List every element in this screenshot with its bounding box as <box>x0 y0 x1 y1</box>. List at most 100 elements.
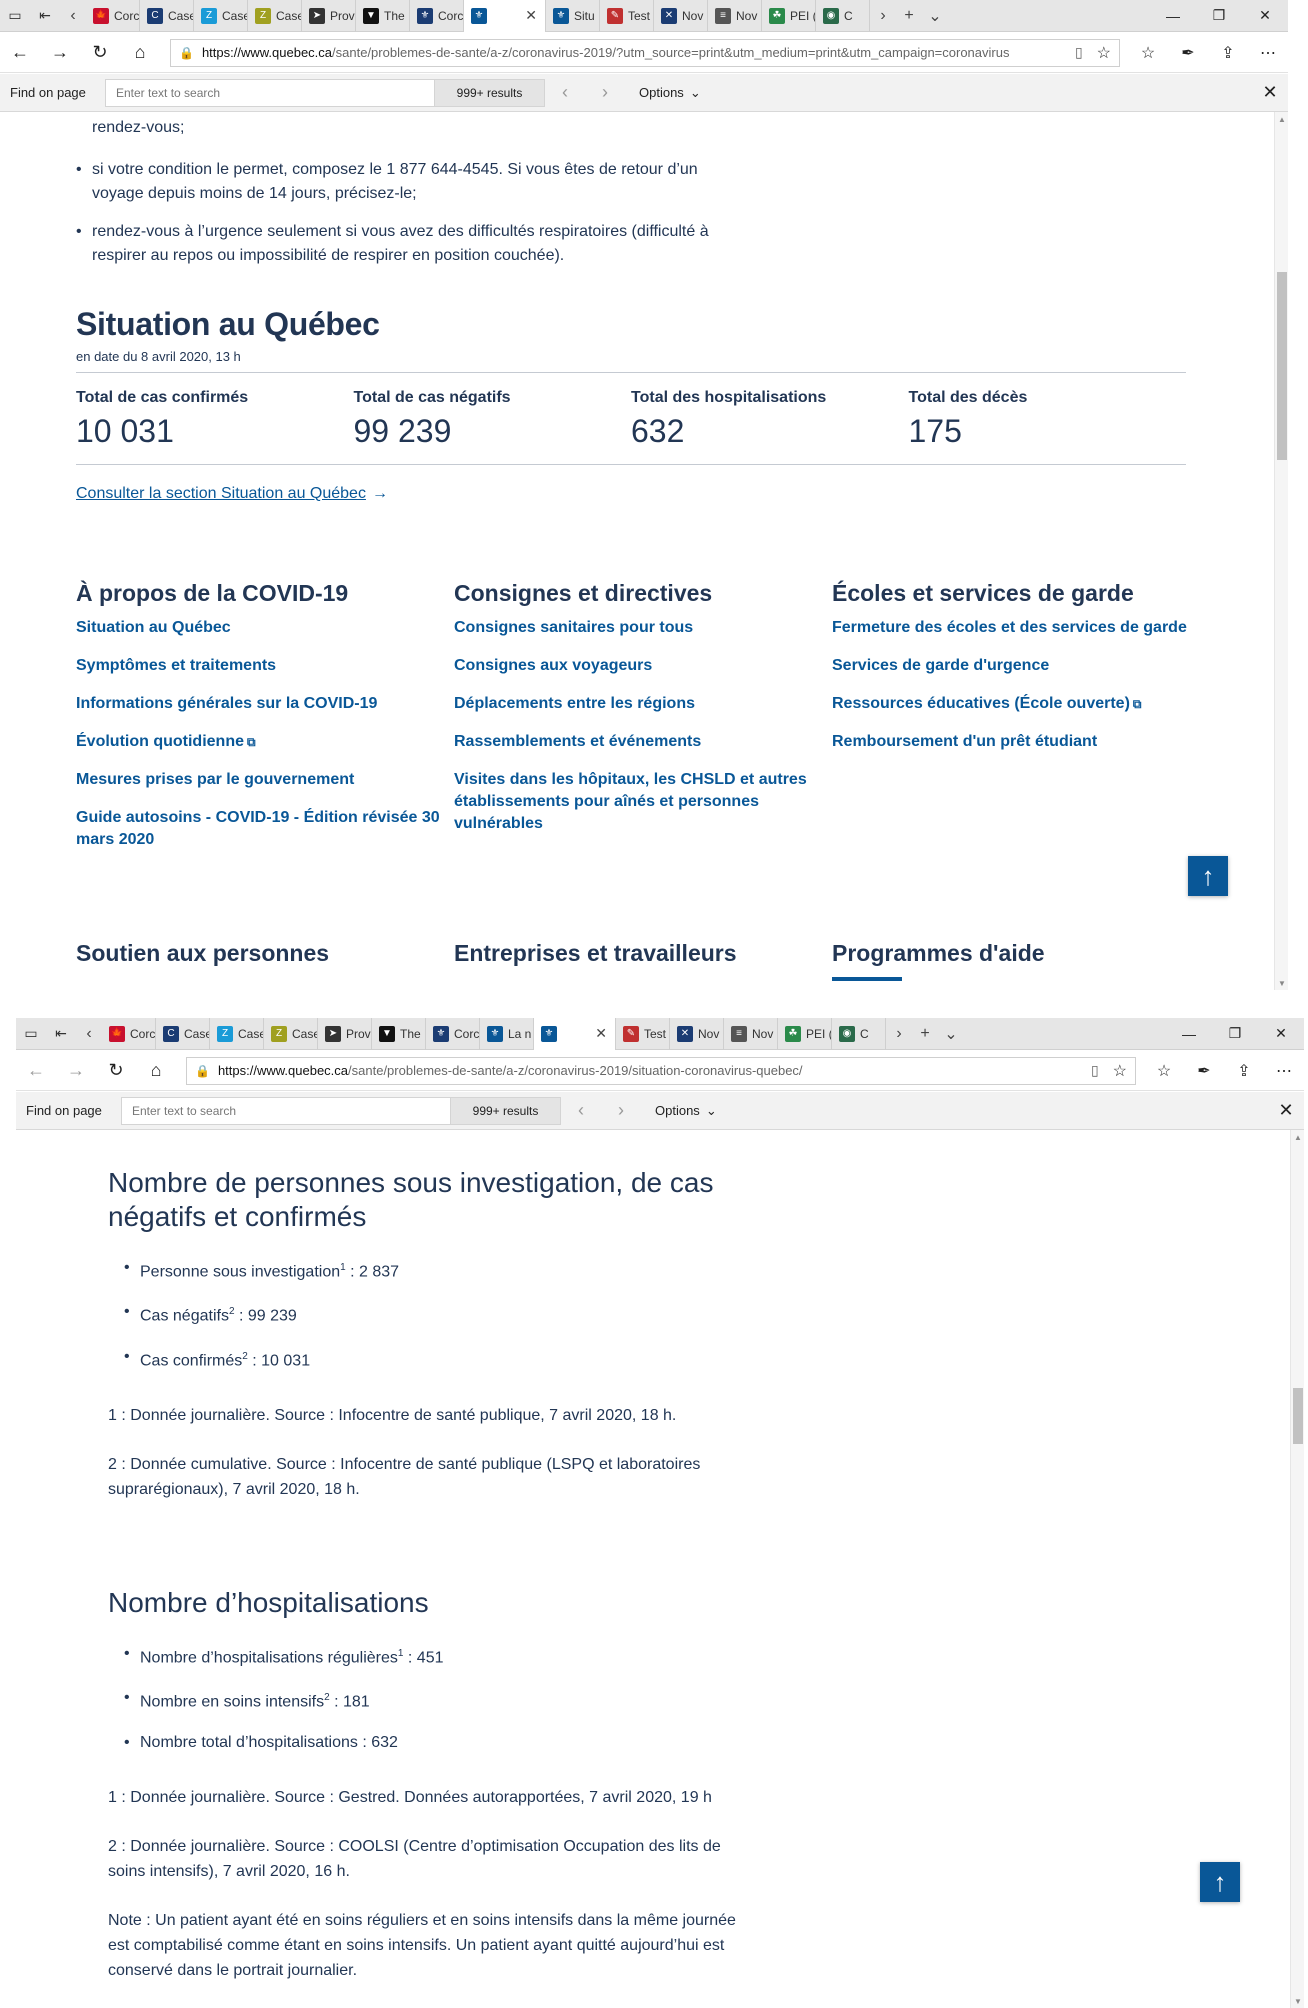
find-prev-icon[interactable]: ‹ <box>545 82 585 103</box>
browser-tab[interactable]: ✕ Nov <box>654 0 708 32</box>
browser-tab[interactable]: ➤ Prov <box>318 1018 372 1050</box>
browser-tab[interactable]: 🍁 Corc <box>102 1018 156 1050</box>
browser-tab[interactable]: ≡ Nov <box>708 0 762 32</box>
browser-tab[interactable]: ⚜ ✕ <box>464 0 546 32</box>
topic-link[interactable]: Informations générales sur la COVID-19 <box>76 693 454 715</box>
browser-tab[interactable]: ⚜ Corc <box>426 1018 480 1050</box>
favorite-star-icon[interactable]: ☆ <box>1113 1061 1127 1081</box>
browser-tab[interactable]: ◉ C <box>816 0 870 32</box>
browser-tab[interactable]: Z Case <box>194 0 248 32</box>
close-tab-icon[interactable]: ✕ <box>595 1025 607 1042</box>
notes-icon[interactable]: ✒ <box>1184 1051 1224 1091</box>
topic-link[interactable]: Services de garde d'urgence <box>832 655 1210 677</box>
browser-tab[interactable]: C Case <box>140 0 194 32</box>
home-icon[interactable]: ⌂ <box>120 33 160 73</box>
restore-icon[interactable]: ❐ <box>1196 0 1242 32</box>
browser-tab[interactable]: ⚜ La n <box>480 1018 534 1050</box>
browser-tab[interactable]: ✕ Nov <box>670 1018 724 1050</box>
forward-icon[interactable]: → <box>56 1051 96 1091</box>
tab-preview-chevron-icon[interactable]: ⌄ <box>938 1018 964 1050</box>
browser-tab[interactable]: Z Case <box>248 0 302 32</box>
topic-link[interactable]: Ressources éducatives (École ouverte) ⧉ <box>832 693 1210 715</box>
tabs-scroll-right-icon[interactable]: › <box>870 0 896 32</box>
browser-tab[interactable]: ☘ PEI ( <box>762 0 816 32</box>
browser-tab[interactable]: ⚜ Corc <box>410 0 464 32</box>
set-aside-tabs-icon[interactable]: ⇤ <box>46 1018 76 1050</box>
favorites-icon[interactable]: ☆ <box>1144 1051 1184 1091</box>
tab-actions-icon[interactable]: ▭ <box>0 0 30 32</box>
close-window-icon[interactable]: ✕ <box>1242 0 1288 32</box>
scroll-down-icon[interactable]: ▼ <box>1275 976 1288 990</box>
topic-link[interactable]: Guide autosoins - COVID-19 - Édition rév… <box>76 807 454 851</box>
topic-link[interactable]: Déplacements entre les régions <box>454 693 832 715</box>
refresh-icon[interactable]: ↻ <box>80 33 120 73</box>
scrollbar-thumb[interactable] <box>1277 272 1287 460</box>
browser-tab[interactable]: Z Case <box>210 1018 264 1050</box>
close-window-icon[interactable]: ✕ <box>1258 1018 1304 1050</box>
new-tab-icon[interactable]: + <box>912 1018 938 1050</box>
more-icon[interactable]: ⋯ <box>1248 33 1288 73</box>
refresh-icon[interactable]: ↻ <box>96 1051 136 1091</box>
forward-icon[interactable]: → <box>40 33 80 73</box>
scroll-up-icon[interactable]: ▲ <box>1275 112 1288 126</box>
scroll-up-icon[interactable]: ▲ <box>1291 1130 1304 1144</box>
find-next-icon[interactable]: › <box>601 1100 641 1121</box>
topic-link[interactable]: Consignes sanitaires pour tous <box>454 617 832 639</box>
topic-link[interactable]: Mesures prises par le gouvernement <box>76 769 454 791</box>
minimize-icon[interactable]: — <box>1166 1018 1212 1050</box>
home-icon[interactable]: ⌂ <box>136 1051 176 1091</box>
find-options-button[interactable]: Options ⌄ <box>655 1103 717 1119</box>
favorite-star-icon[interactable]: ☆ <box>1097 43 1111 63</box>
topic-link[interactable]: Consignes aux voyageurs <box>454 655 832 677</box>
browser-tab[interactable]: ⚜ Situ <box>546 0 600 32</box>
find-close-icon[interactable]: ✕ <box>1268 1100 1304 1121</box>
set-aside-tabs-icon[interactable]: ⇤ <box>30 0 60 32</box>
back-icon[interactable]: ← <box>0 33 40 73</box>
scrollbar[interactable]: ▲ ▼ <box>1290 1130 1304 2008</box>
back-to-top-button[interactable]: ↑ <box>1188 856 1228 896</box>
favorites-icon[interactable]: ☆ <box>1128 33 1168 73</box>
browser-tab[interactable]: C Case <box>156 1018 210 1050</box>
close-tab-icon[interactable]: ✕ <box>525 7 537 24</box>
tab-preview-chevron-icon[interactable]: ⌄ <box>922 0 948 32</box>
reading-view-icon[interactable]: ▯ <box>1081 1062 1099 1079</box>
topic-link[interactable]: Évolution quotidienne ⧉ <box>76 731 454 753</box>
scrollbar[interactable]: ▲ ▼ <box>1274 112 1288 990</box>
url-field[interactable]: 🔒 https://www.quebec.ca/sante/problemes-… <box>170 38 1120 67</box>
find-options-button[interactable]: Options ⌄ <box>639 85 701 101</box>
consult-situation-link[interactable]: Consulter la section Situation au Québec… <box>76 485 388 502</box>
topic-link[interactable]: Fermeture des écoles et des services de … <box>832 617 1210 639</box>
find-input[interactable]: Enter text to search <box>105 78 435 107</box>
browser-tab[interactable]: ✎ Test <box>600 0 654 32</box>
back-to-top-button[interactable]: ↑ <box>1200 1862 1240 1902</box>
scrollbar-thumb[interactable] <box>1293 1388 1303 1444</box>
browser-tab[interactable]: 🍁 Corc <box>86 0 140 32</box>
find-close-icon[interactable]: ✕ <box>1252 82 1288 103</box>
tab-actions-icon[interactable]: ▭ <box>16 1018 46 1050</box>
browser-tab[interactable]: ▼ The <box>372 1018 426 1050</box>
topic-link[interactable]: Remboursement d'un prêt étudiant <box>832 731 1210 753</box>
share-icon[interactable]: ⇪ <box>1208 33 1248 73</box>
tabs-scroll-left-icon[interactable]: ‹ <box>76 1018 102 1050</box>
browser-tab[interactable]: ✎ Test <box>616 1018 670 1050</box>
browser-tab[interactable]: Z Case <box>264 1018 318 1050</box>
topic-link[interactable]: Visites dans les hôpitaux, les CHSLD et … <box>454 769 832 835</box>
back-icon[interactable]: ← <box>16 1051 56 1091</box>
minimize-icon[interactable]: — <box>1150 0 1196 32</box>
find-prev-icon[interactable]: ‹ <box>561 1100 601 1121</box>
browser-tab[interactable]: ☘ PEI ( <box>778 1018 832 1050</box>
browser-tab[interactable]: ▼ The <box>356 0 410 32</box>
url-field[interactable]: 🔒 https://www.quebec.ca/sante/problemes-… <box>186 1056 1136 1085</box>
share-icon[interactable]: ⇪ <box>1224 1051 1264 1091</box>
topic-link[interactable]: Rassemblements et événements <box>454 731 832 753</box>
browser-tab[interactable]: ➤ Prov <box>302 0 356 32</box>
tabs-scroll-right-icon[interactable]: › <box>886 1018 912 1050</box>
browser-tab[interactable]: ≡ Nov <box>724 1018 778 1050</box>
find-next-icon[interactable]: › <box>585 82 625 103</box>
browser-tab[interactable]: ◉ C <box>832 1018 886 1050</box>
more-icon[interactable]: ⋯ <box>1264 1051 1304 1091</box>
restore-icon[interactable]: ❐ <box>1212 1018 1258 1050</box>
topic-link[interactable]: Symptômes et traitements <box>76 655 454 677</box>
new-tab-icon[interactable]: + <box>896 0 922 32</box>
topic-link[interactable]: Situation au Québec <box>76 617 454 639</box>
